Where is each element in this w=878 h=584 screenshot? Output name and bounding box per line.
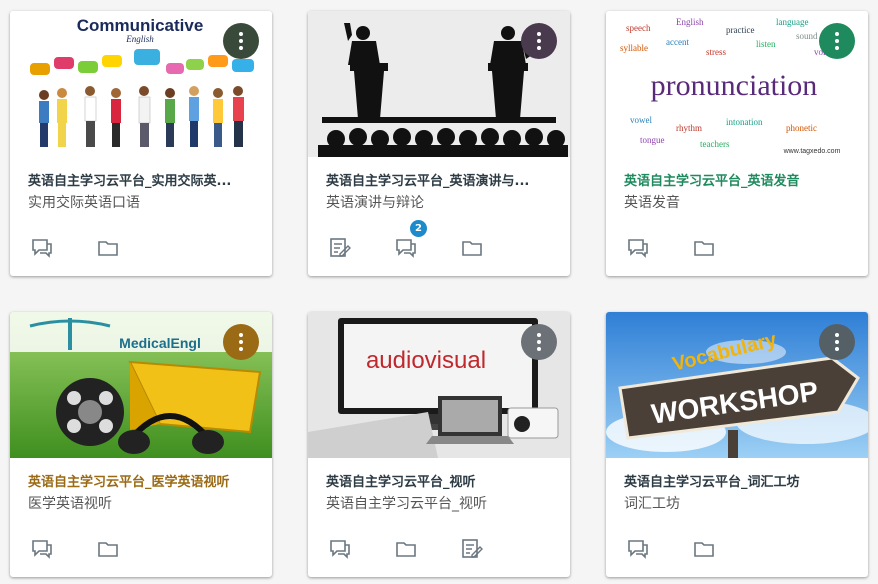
- more-vertical-icon: [537, 333, 541, 351]
- svg-text:practice: practice: [726, 25, 754, 35]
- announcements-icon[interactable]: [626, 237, 650, 259]
- more-vertical-icon: [239, 333, 243, 351]
- announcements-icon[interactable]: [30, 538, 54, 560]
- course-subtitle: 词汇工坊: [624, 496, 680, 512]
- card-options-button[interactable]: [223, 324, 259, 360]
- more-vertical-icon: [537, 32, 541, 50]
- svg-text:stress: stress: [706, 47, 726, 57]
- card-options-button[interactable]: [819, 324, 855, 360]
- files-icon[interactable]: [96, 538, 120, 560]
- course-card[interactable]: 英语自主学习云平台_英语演讲与... 英语演讲与辩论 2: [308, 11, 570, 276]
- image-text: pronunciation: [651, 69, 818, 102]
- files-icon[interactable]: [460, 237, 484, 259]
- course-title[interactable]: 英语自主学习云平台_英语演讲与...: [326, 170, 554, 189]
- course-card[interactable]: speech English practice language syllable a…: [606, 11, 868, 276]
- card-actions: [606, 538, 868, 568]
- unread-badge: 2: [410, 220, 427, 237]
- card-options-button[interactable]: [223, 23, 259, 59]
- course-subtitle: 英语发音: [624, 195, 680, 211]
- announcements-icon[interactable]: [328, 538, 352, 560]
- image-text: English: [125, 34, 154, 44]
- course-title[interactable]: 英语自主学习云平台_医学英语视听: [28, 471, 256, 490]
- more-vertical-icon: [835, 333, 839, 351]
- card-options-button[interactable]: [521, 23, 557, 59]
- image-text: audiovisual: [366, 347, 486, 374]
- svg-text:tongue: tongue: [640, 135, 665, 145]
- files-icon[interactable]: [96, 237, 120, 259]
- assignments-icon[interactable]: [460, 538, 484, 560]
- svg-text:teachers: teachers: [700, 139, 730, 149]
- course-subtitle: 医学英语视听: [28, 496, 112, 512]
- more-vertical-icon: [835, 32, 839, 50]
- svg-text:accent: accent: [666, 37, 689, 47]
- course-title[interactable]: 英语自主学习云平台_英语发音: [624, 170, 852, 189]
- card-actions: [308, 538, 570, 568]
- course-subtitle: 实用交际英语口语: [28, 195, 140, 211]
- svg-text:English: English: [676, 17, 704, 27]
- card-options-button[interactable]: [521, 324, 557, 360]
- svg-text:phonetic: phonetic: [786, 123, 817, 133]
- image-text: MedicalEngl: [119, 335, 201, 351]
- discussions-icon[interactable]: [394, 237, 418, 259]
- svg-text:listen: listen: [756, 39, 776, 49]
- files-icon[interactable]: [692, 538, 716, 560]
- image-text: www.tagxedo.com: [783, 148, 841, 155]
- card-options-button[interactable]: [819, 23, 855, 59]
- svg-text:syllable: syllable: [620, 43, 648, 53]
- svg-text:language: language: [776, 17, 808, 27]
- course-title[interactable]: 英语自主学习云平台_视听: [326, 471, 554, 490]
- announcements-icon[interactable]: [30, 237, 54, 259]
- svg-text:rhythm: rhythm: [676, 123, 702, 133]
- files-icon[interactable]: [692, 237, 716, 259]
- course-card[interactable]: audiovisual 英语自主学习云平台_视听 英语自主学习云平台_视听: [308, 312, 570, 577]
- course-title[interactable]: 英语自主学习云平台_实用交际英...: [28, 170, 256, 189]
- course-card[interactable]: Communicative English 英语自主学习云平台_实用交际英...…: [10, 11, 272, 276]
- files-icon[interactable]: [394, 538, 418, 560]
- announcements-icon[interactable]: [626, 538, 650, 560]
- svg-text:intonation: intonation: [726, 117, 763, 127]
- course-title[interactable]: 英语自主学习云平台_词汇工坊: [624, 471, 852, 490]
- course-subtitle: 英语演讲与辩论: [326, 195, 424, 211]
- card-actions: [10, 237, 272, 267]
- card-actions: 2: [308, 220, 570, 267]
- course-subtitle: 英语自主学习云平台_视听: [326, 496, 487, 512]
- course-card[interactable]: MedicalEngl 英语自主学习云平台_医学英语视听 医学英语视听: [10, 312, 272, 577]
- image-text: Communicative: [77, 16, 204, 35]
- svg-text:sound: sound: [796, 31, 818, 41]
- card-actions: [10, 538, 272, 568]
- svg-text:vowel: vowel: [630, 115, 652, 125]
- course-card[interactable]: Vocabulary WORKSHOP 英语自主学习云平台_词汇工坊 词汇工坊: [606, 312, 868, 577]
- more-vertical-icon: [239, 32, 243, 50]
- svg-text:speech: speech: [626, 23, 651, 33]
- assignments-icon[interactable]: [328, 237, 352, 259]
- card-actions: [606, 237, 868, 267]
